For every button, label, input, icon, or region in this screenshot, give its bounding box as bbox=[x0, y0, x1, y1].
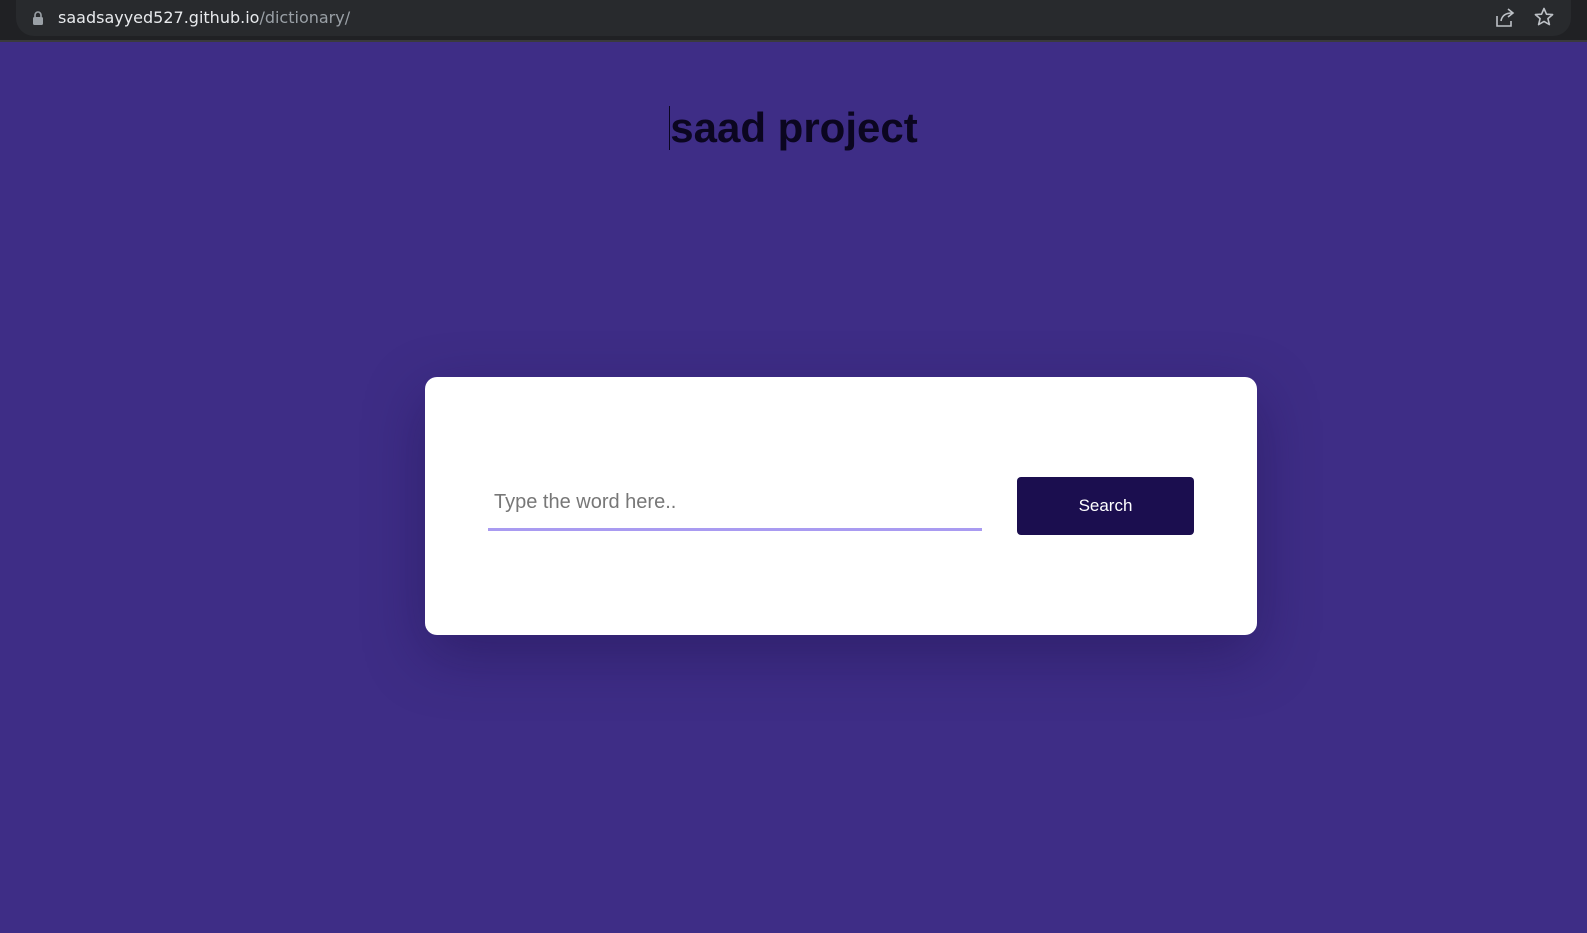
url-host: saadsayyed527.github.io bbox=[58, 8, 260, 27]
page-title-text: saad project bbox=[670, 104, 918, 151]
search-button[interactable]: Search bbox=[1017, 477, 1194, 535]
browser-toolbar: saadsayyed527.github.io/dictionary/ bbox=[0, 0, 1587, 42]
star-icon[interactable] bbox=[1534, 7, 1554, 27]
share-icon[interactable] bbox=[1494, 8, 1516, 28]
url-path: /dictionary/ bbox=[259, 8, 351, 27]
search-card: Search bbox=[425, 377, 1257, 635]
search-input[interactable] bbox=[488, 477, 982, 531]
lock-icon[interactable] bbox=[32, 11, 44, 25]
page-title: saad project bbox=[0, 104, 1587, 152]
url-text[interactable]: saadsayyed527.github.io/dictionary/ bbox=[58, 8, 350, 28]
